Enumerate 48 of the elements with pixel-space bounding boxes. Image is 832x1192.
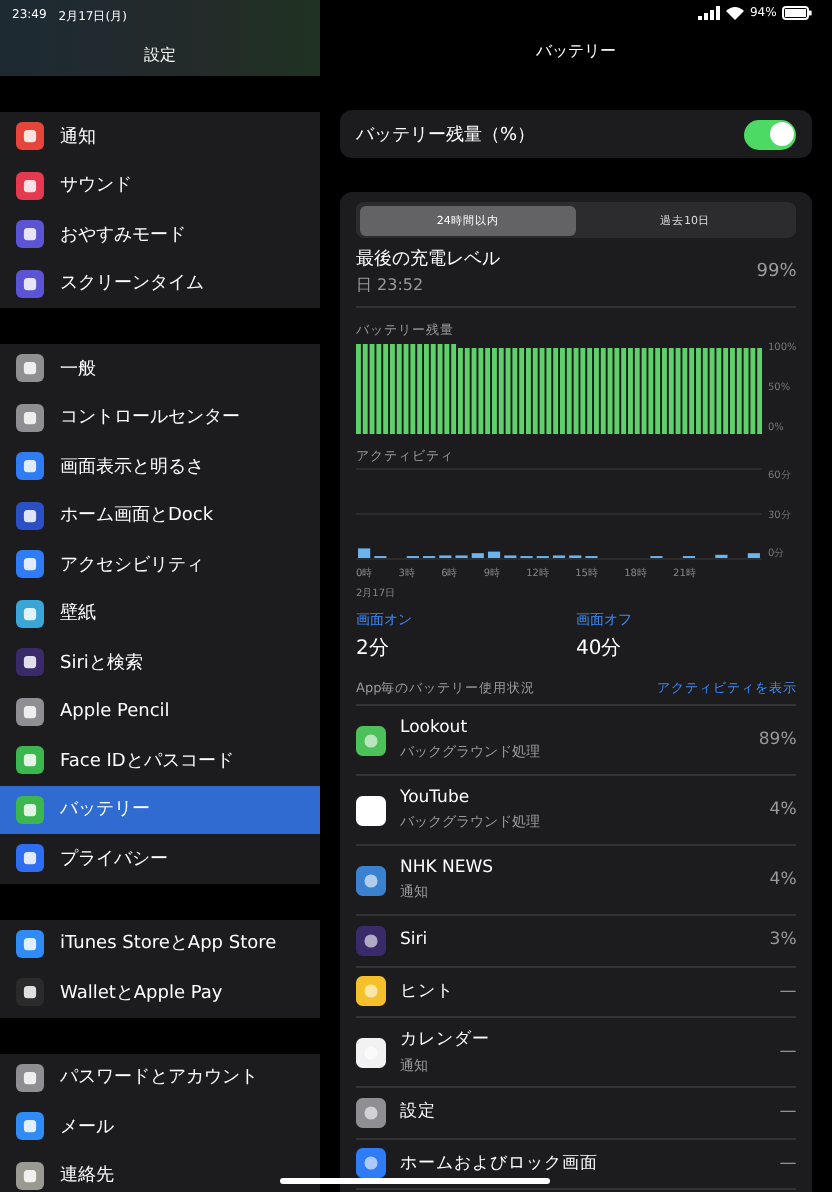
- sidebar-item[interactable]: WalletとApple Pay: [0, 968, 320, 1017]
- sidebar-item[interactable]: コントロールセンター: [0, 393, 320, 442]
- battery-icon: [782, 6, 813, 20]
- usage-value: 89%: [758, 730, 797, 750]
- last-charge-time: 日 23:52: [356, 274, 426, 296]
- sidebar-item[interactable]: Apple Pencil: [0, 687, 320, 736]
- sidebar-item[interactable]: ホーム画面とDock: [0, 491, 320, 540]
- toggle-label: バッテリー残量（%）: [356, 123, 536, 147]
- stat-value: 40分: [576, 636, 624, 662]
- signal-icon: [697, 6, 720, 20]
- sidebar-item[interactable]: iTunes StoreとApp Store: [0, 919, 320, 968]
- sidebar-item[interactable]: メール: [0, 1102, 320, 1151]
- sidebar-item[interactable]: 壁紙: [0, 589, 320, 638]
- app-name: ヒント: [400, 979, 456, 1004]
- sidebar-item[interactable]: Siriと検索: [0, 638, 320, 687]
- page-title: バッテリー: [534, 40, 619, 62]
- sidebar-item[interactable]: Face IDとパスコード: [0, 736, 320, 785]
- usage-value: —: [779, 1153, 797, 1174]
- app-name: YouTube: [400, 788, 472, 808]
- sidebar-item[interactable]: スクリーンタイム: [0, 259, 320, 308]
- usage-value: 4%: [769, 800, 797, 820]
- app-name: NHK NEWS: [400, 858, 496, 878]
- app-name: カレンダー: [400, 1028, 492, 1052]
- usage-value: —: [779, 1042, 797, 1062]
- sidebar-item[interactable]: パスワードとアカウント: [0, 1053, 320, 1102]
- sidebar-title: 設定: [142, 44, 178, 66]
- sidebar-item[interactable]: 通知: [0, 112, 320, 161]
- sidebar-item[interactable]: おやすみモード: [0, 210, 320, 259]
- app-name: ホームおよびロック画面: [400, 1151, 600, 1176]
- sidebar-item[interactable]: 画面表示と明るさ: [0, 442, 320, 491]
- usage-value: —: [779, 1102, 797, 1123]
- last-charge-label: 最後の充電レベル: [356, 247, 500, 272]
- sidebar-item[interactable]: サウンド: [0, 161, 320, 210]
- app-name: Lookout: [400, 718, 470, 738]
- sidebar-item[interactable]: バッテリー: [0, 785, 320, 834]
- app-name: 設定: [400, 1100, 438, 1125]
- sidebar-item[interactable]: 一般: [0, 344, 320, 393]
- usage-value: 4%: [769, 870, 797, 890]
- sidebar-item[interactable]: アクセシビリティ: [0, 540, 320, 589]
- toggle-switch[interactable]: [744, 119, 797, 149]
- wifi-icon: [725, 6, 744, 20]
- app-name: Siri: [400, 930, 430, 951]
- usage-value: —: [779, 981, 797, 1002]
- last-charge-value: 99%: [756, 261, 797, 281]
- usage-value: 3%: [769, 930, 797, 951]
- sidebar-item[interactable]: プライバシー: [0, 834, 320, 883]
- stat-value: 2分: [356, 636, 391, 662]
- sidebar-item[interactable]: 連絡先: [0, 1151, 320, 1192]
